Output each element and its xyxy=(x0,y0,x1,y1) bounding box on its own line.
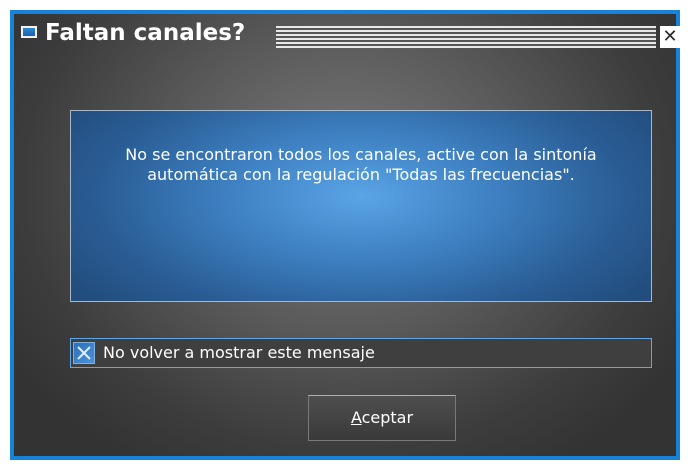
checkbox-label: No volver a mostrar este mensaje xyxy=(103,343,375,362)
dialog-title: Faltan canales? xyxy=(45,20,246,46)
checkmark-icon xyxy=(77,346,91,360)
accept-button-mnemonic: A xyxy=(350,408,362,427)
accept-button-label: ceptar xyxy=(361,408,414,427)
close-button[interactable]: ✕ xyxy=(660,26,680,48)
message-panel: No se encontraron todos los canales, act… xyxy=(70,110,652,302)
checkbox-box[interactable] xyxy=(73,342,95,364)
accept-button[interactable]: Aceptar xyxy=(308,395,456,441)
title-bar-grip[interactable] xyxy=(276,26,656,48)
title-bar[interactable]: Faltan canales? ✕ xyxy=(14,14,680,52)
dont-show-again-checkbox[interactable]: No volver a mostrar este mensaje xyxy=(70,338,652,368)
tv-icon xyxy=(20,25,38,39)
message-text: No se encontraron todos los canales, act… xyxy=(125,145,597,184)
dialog-window: Faltan canales? ✕ No se encontraron todo… xyxy=(10,10,680,460)
